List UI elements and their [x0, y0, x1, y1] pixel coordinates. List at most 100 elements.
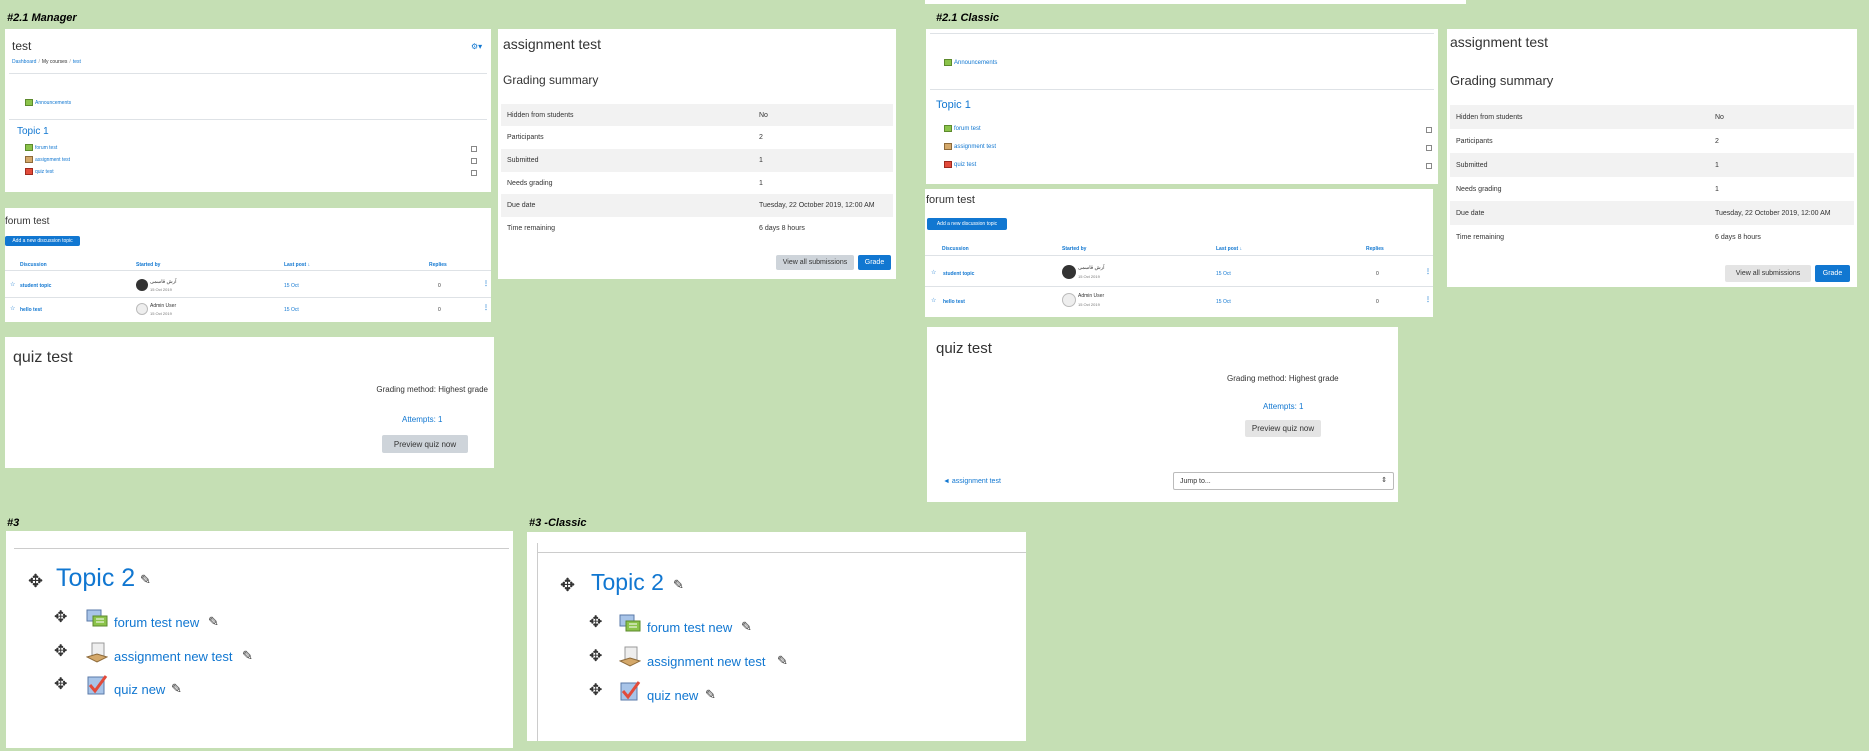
- move-icon[interactable]: ✥: [28, 572, 43, 590]
- announcements-link[interactable]: Announcements: [25, 99, 71, 106]
- topic-2-heading[interactable]: Topic 2: [56, 564, 135, 593]
- activity-forum-test-new[interactable]: forum test new: [114, 615, 199, 630]
- discussion-link[interactable]: student topic: [20, 283, 51, 289]
- discussion-link[interactable]: hello test: [20, 307, 42, 313]
- menu-dots-icon[interactable]: ⋮: [1425, 296, 1431, 303]
- last-post-link[interactable]: 15 Oct: [1216, 299, 1231, 305]
- grade-button[interactable]: Grade: [1815, 265, 1850, 282]
- completion-checkbox[interactable]: [471, 146, 477, 152]
- activity-quiz-new[interactable]: quiz new: [114, 682, 165, 697]
- author-name: Admin User: [1078, 293, 1105, 299]
- activity-assignment-test[interactable]: assignment test: [25, 156, 70, 163]
- grading-summary-title: Grading summary: [503, 73, 599, 87]
- move-icon[interactable]: ✥: [589, 683, 602, 699]
- menu-dots-icon[interactable]: ⋮: [483, 280, 489, 287]
- activity-quiz-new[interactable]: quiz new: [647, 688, 698, 703]
- summary-row: Hidden from students No: [501, 104, 893, 126]
- activity-forum-test[interactable]: forum test: [944, 125, 981, 132]
- add-discussion-button[interactable]: Add a new discussion topic: [927, 218, 1007, 230]
- gear-icon[interactable]: ⚙▾: [471, 42, 482, 51]
- divider: [930, 89, 1434, 90]
- activity-assignment-new-test[interactable]: assignment new test: [114, 649, 233, 664]
- topic-1-heading[interactable]: Topic 1: [17, 126, 49, 137]
- announcements-link[interactable]: Announcements: [944, 59, 997, 66]
- last-post-link[interactable]: 15 Oct: [284, 283, 299, 289]
- menu-dots-icon[interactable]: ⋮: [1425, 268, 1431, 275]
- column-header-replies[interactable]: Replies: [1366, 246, 1384, 252]
- summary-row: Needs grading 1: [507, 179, 763, 187]
- breadcrumb-test[interactable]: test: [73, 59, 81, 65]
- section-label-21-classic: #2.1 Classic: [936, 12, 999, 24]
- column-header-started-by[interactable]: Started by: [136, 262, 160, 268]
- completion-checkbox[interactable]: [1426, 145, 1432, 151]
- topic-2-heading[interactable]: Topic 2: [591, 569, 664, 596]
- pencil-icon[interactable]: ✎: [242, 649, 253, 662]
- pencil-icon[interactable]: ✎: [171, 682, 182, 695]
- completion-checkbox[interactable]: [1426, 163, 1432, 169]
- last-post-link[interactable]: 15 Oct: [1216, 271, 1231, 277]
- column-header-last-post[interactable]: Last post ↓: [284, 262, 310, 268]
- completion-checkbox[interactable]: [471, 170, 477, 176]
- previous-activity-link[interactable]: ◄ assignment test: [943, 478, 1001, 485]
- replies-count: 0: [1376, 299, 1379, 305]
- quiz-icon: [25, 168, 33, 175]
- summary-row: Time remaining 6 days 8 hours: [507, 224, 805, 232]
- attempts-link[interactable]: Attempts: 1: [402, 415, 442, 424]
- preview-quiz-button[interactable]: Preview quiz now: [382, 435, 468, 453]
- star-icon[interactable]: ☆: [10, 281, 15, 288]
- breadcrumb-my-courses[interactable]: My courses: [42, 59, 68, 65]
- menu-dots-icon[interactable]: ⋮: [483, 304, 489, 311]
- activity-assignment-test[interactable]: assignment test: [944, 143, 996, 150]
- quiz-title: quiz test: [936, 340, 992, 357]
- grade-button[interactable]: Grade: [858, 255, 891, 270]
- top-strip: [925, 0, 1466, 4]
- column-header-started-by[interactable]: Started by: [1062, 246, 1086, 252]
- column-header-last-post[interactable]: Last post ↓: [1216, 246, 1242, 252]
- breadcrumb-dashboard[interactable]: Dashboard: [12, 59, 36, 65]
- column-header-discussion[interactable]: Discussion: [20, 262, 47, 268]
- activity-forum-test-new[interactable]: forum test new: [647, 620, 732, 635]
- replies-count: 0: [438, 283, 441, 289]
- author-date: 15 Oct 2019: [1078, 302, 1100, 307]
- completion-checkbox[interactable]: [471, 158, 477, 164]
- move-icon[interactable]: ✥: [589, 649, 602, 665]
- star-icon[interactable]: ☆: [10, 305, 15, 312]
- jump-to-select[interactable]: Jump to... ⇕: [1173, 472, 1394, 490]
- pencil-icon[interactable]: ✎: [705, 688, 716, 701]
- discussion-link[interactable]: student topic: [943, 271, 974, 277]
- discussion-link[interactable]: hello test: [943, 299, 965, 305]
- move-icon[interactable]: ✥: [54, 644, 67, 660]
- view-all-submissions-button[interactable]: View all submissions: [776, 255, 854, 270]
- move-icon[interactable]: ✥: [589, 615, 602, 631]
- divider: [537, 543, 538, 741]
- author-date: 15 Oct 2019: [1078, 274, 1100, 279]
- pencil-icon[interactable]: ✎: [673, 578, 684, 591]
- preview-quiz-button[interactable]: Preview quiz now: [1245, 420, 1321, 437]
- topic-1-heading[interactable]: Topic 1: [936, 99, 971, 111]
- last-post-link[interactable]: 15 Oct: [284, 307, 299, 313]
- avatar: [136, 279, 148, 291]
- completion-checkbox[interactable]: [1426, 127, 1432, 133]
- activity-quiz-test[interactable]: quiz test: [944, 161, 976, 168]
- summary-row: Submitted 1: [501, 149, 893, 172]
- avatar: [1062, 265, 1076, 279]
- pencil-icon[interactable]: ✎: [208, 615, 219, 628]
- add-discussion-button[interactable]: Add a new discussion topic: [5, 236, 80, 246]
- star-icon[interactable]: ☆: [931, 297, 936, 304]
- move-icon[interactable]: ✥: [54, 677, 67, 693]
- column-header-discussion[interactable]: Discussion: [942, 246, 969, 252]
- move-icon[interactable]: ✥: [560, 576, 575, 594]
- pencil-icon[interactable]: ✎: [777, 654, 788, 667]
- quiz-icon: [86, 674, 108, 696]
- view-all-submissions-button[interactable]: View all submissions: [1725, 265, 1811, 282]
- move-icon[interactable]: ✥: [54, 610, 67, 626]
- column-header-replies[interactable]: Replies: [429, 262, 447, 268]
- activity-quiz-test[interactable]: quiz test: [25, 168, 54, 175]
- pencil-icon[interactable]: ✎: [741, 620, 752, 633]
- avatar: [136, 303, 148, 315]
- attempts-link[interactable]: Attempts: 1: [1263, 402, 1303, 411]
- activity-assignment-new-test[interactable]: assignment new test: [647, 654, 766, 669]
- activity-forum-test[interactable]: forum test: [25, 144, 57, 151]
- pencil-icon[interactable]: ✎: [140, 573, 151, 586]
- star-icon[interactable]: ☆: [931, 269, 936, 276]
